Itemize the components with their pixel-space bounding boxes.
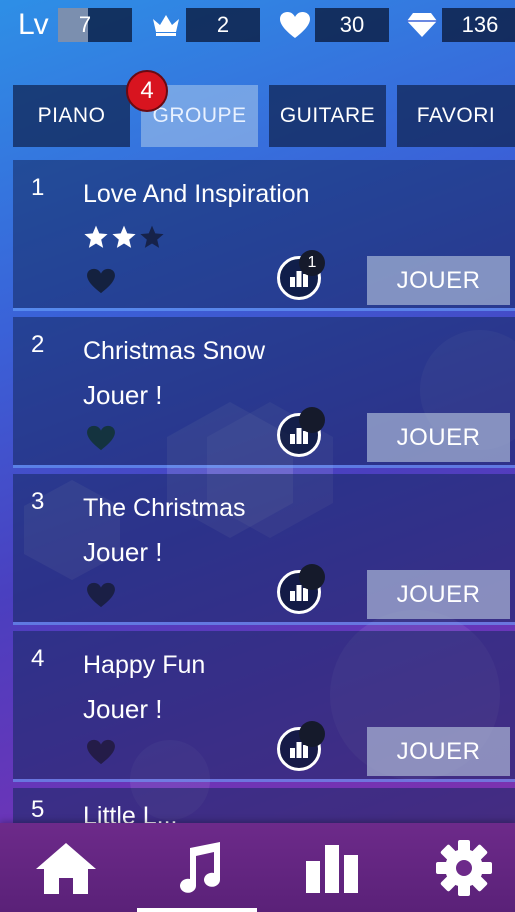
song-number: 2 <box>31 331 45 358</box>
bar-chart-icon <box>306 844 358 893</box>
bottom-navigation <box>0 823 515 912</box>
nav-music[interactable] <box>133 823 261 912</box>
level-indicator: Lv 7 <box>18 8 132 42</box>
star-filled-icon <box>112 225 136 248</box>
play-button[interactable]: JOUER <box>367 256 510 305</box>
level-progress: 7 <box>58 8 132 42</box>
level-value: 7 <box>78 12 92 37</box>
song-number: 1 <box>31 174 45 201</box>
play-button[interactable]: JOUER <box>367 570 510 619</box>
diamond-icon <box>402 12 442 38</box>
rank-badge: 1 <box>299 250 325 276</box>
song-card: 1 Love And Inspiration 1 JOUER <box>13 160 515 308</box>
home-icon <box>36 842 96 894</box>
gems-counter: 136 <box>402 8 515 42</box>
song-number: 3 <box>31 488 45 515</box>
song-title: Christmas Snow <box>83 337 265 365</box>
song-title: Happy Fun <box>83 651 206 679</box>
favorite-heart-icon[interactable] <box>86 582 116 613</box>
song-card[interactable]: 5 Little L... <box>13 788 515 830</box>
tab-favori[interactable]: FAVORI <box>397 85 515 147</box>
song-card: 3 The Christmas Jouer ! JOUER <box>13 474 515 622</box>
rank-badge <box>299 407 325 433</box>
tab-guitare[interactable]: GUITARE <box>269 85 386 147</box>
status-bar: Lv 7 2 30 136 <box>0 0 515 52</box>
nav-home[interactable] <box>2 823 130 912</box>
song-number: 5 <box>31 796 45 823</box>
star-filled-icon <box>84 225 108 248</box>
play-button[interactable]: JOUER <box>367 413 510 462</box>
lives-value: 30 <box>315 8 389 42</box>
nav-leaderboard[interactable] <box>268 823 396 912</box>
crowns-value: 2 <box>186 8 260 42</box>
gems-value: 136 <box>442 8 515 42</box>
song-subtitle: Jouer ! <box>83 537 163 567</box>
lives-counter: 30 <box>275 8 389 42</box>
tab-piano[interactable]: PIANO <box>13 85 130 147</box>
rank-badge <box>299 721 325 747</box>
level-label: Lv <box>18 8 49 41</box>
gear-icon <box>436 839 492 896</box>
song-subtitle: Jouer ! <box>83 694 163 724</box>
song-title: Love And Inspiration <box>83 180 310 208</box>
leaderboard-button[interactable]: 1 <box>277 250 325 300</box>
favorite-heart-icon[interactable] <box>86 425 116 456</box>
rank-badge <box>299 564 325 590</box>
star-rating <box>83 224 165 250</box>
leaderboard-button[interactable] <box>277 564 325 614</box>
play-button[interactable]: JOUER <box>367 727 510 776</box>
song-number: 4 <box>31 645 45 672</box>
music-note-icon <box>180 841 220 893</box>
leaderboard-button[interactable] <box>277 721 325 771</box>
nav-settings[interactable] <box>400 823 515 912</box>
star-empty-icon <box>140 225 164 248</box>
category-tabs: PIANO GROUPE GUITARE FAVORI <box>13 85 515 147</box>
favorite-heart-icon[interactable] <box>86 739 116 770</box>
heart-icon <box>275 11 315 39</box>
crown-icon <box>146 13 186 37</box>
song-card: 4 Happy Fun Jouer ! JOUER <box>13 631 515 779</box>
crowns-counter: 2 <box>146 8 260 42</box>
song-title: The Christmas <box>83 494 246 522</box>
leaderboard-button[interactable] <box>277 407 325 457</box>
favorite-heart-icon[interactable] <box>86 268 116 299</box>
song-card: 2 Christmas Snow Jouer ! JOUER <box>13 317 515 465</box>
notification-badge: 4 <box>126 70 168 112</box>
song-subtitle: Jouer ! <box>83 380 163 410</box>
